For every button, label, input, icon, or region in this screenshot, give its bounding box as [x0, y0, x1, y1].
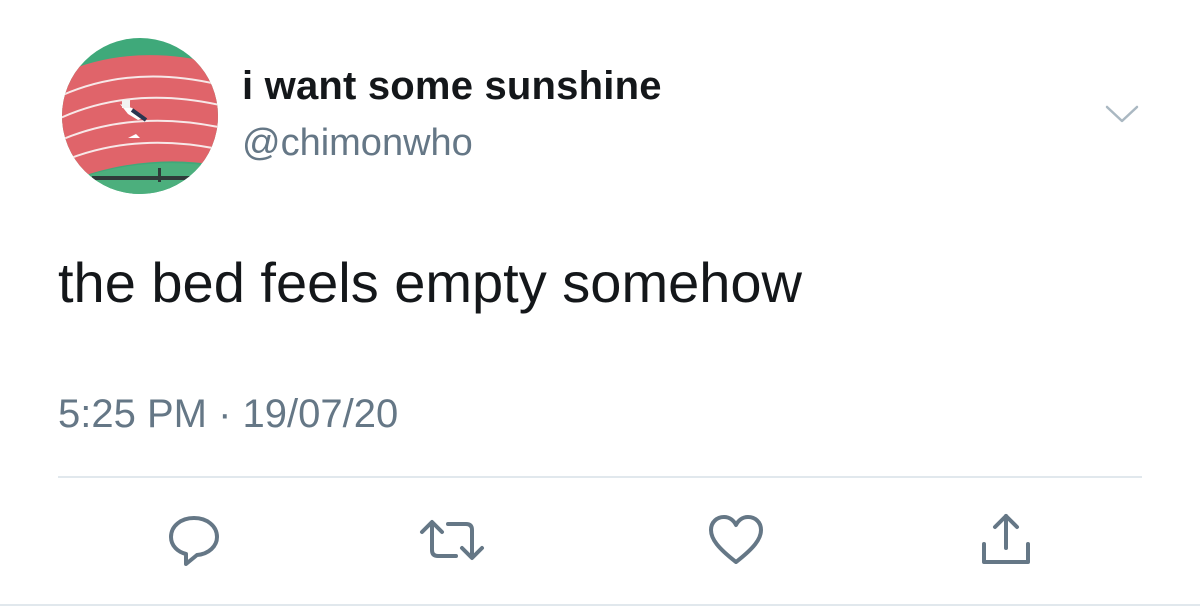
- chevron-down-icon: [1105, 105, 1139, 123]
- heart-icon: [709, 515, 763, 564]
- avatar[interactable]: [62, 38, 218, 194]
- divider: [58, 476, 1142, 478]
- like-button[interactable]: [706, 510, 766, 570]
- retweet-icon: [420, 520, 484, 560]
- more-options-button[interactable]: [1104, 102, 1140, 126]
- reply-button[interactable]: [164, 510, 224, 570]
- avatar-image: [62, 38, 218, 194]
- share-button[interactable]: [976, 510, 1036, 570]
- user-handle[interactable]: @chimonwho: [242, 122, 473, 165]
- meta-separator: ·: [218, 392, 232, 436]
- tweet-date: 19/07/20: [242, 392, 399, 436]
- retweet-button[interactable]: [412, 510, 484, 570]
- tweet-timestamp[interactable]: 5:25 PM · 19/07/20: [58, 392, 398, 437]
- share-icon: [982, 514, 1030, 564]
- tweet-text: the bed feels empty somehow: [58, 251, 802, 314]
- display-name[interactable]: i want some sunshine: [242, 64, 662, 109]
- tweet-time: 5:25 PM: [58, 392, 207, 436]
- reply-icon: [169, 516, 219, 566]
